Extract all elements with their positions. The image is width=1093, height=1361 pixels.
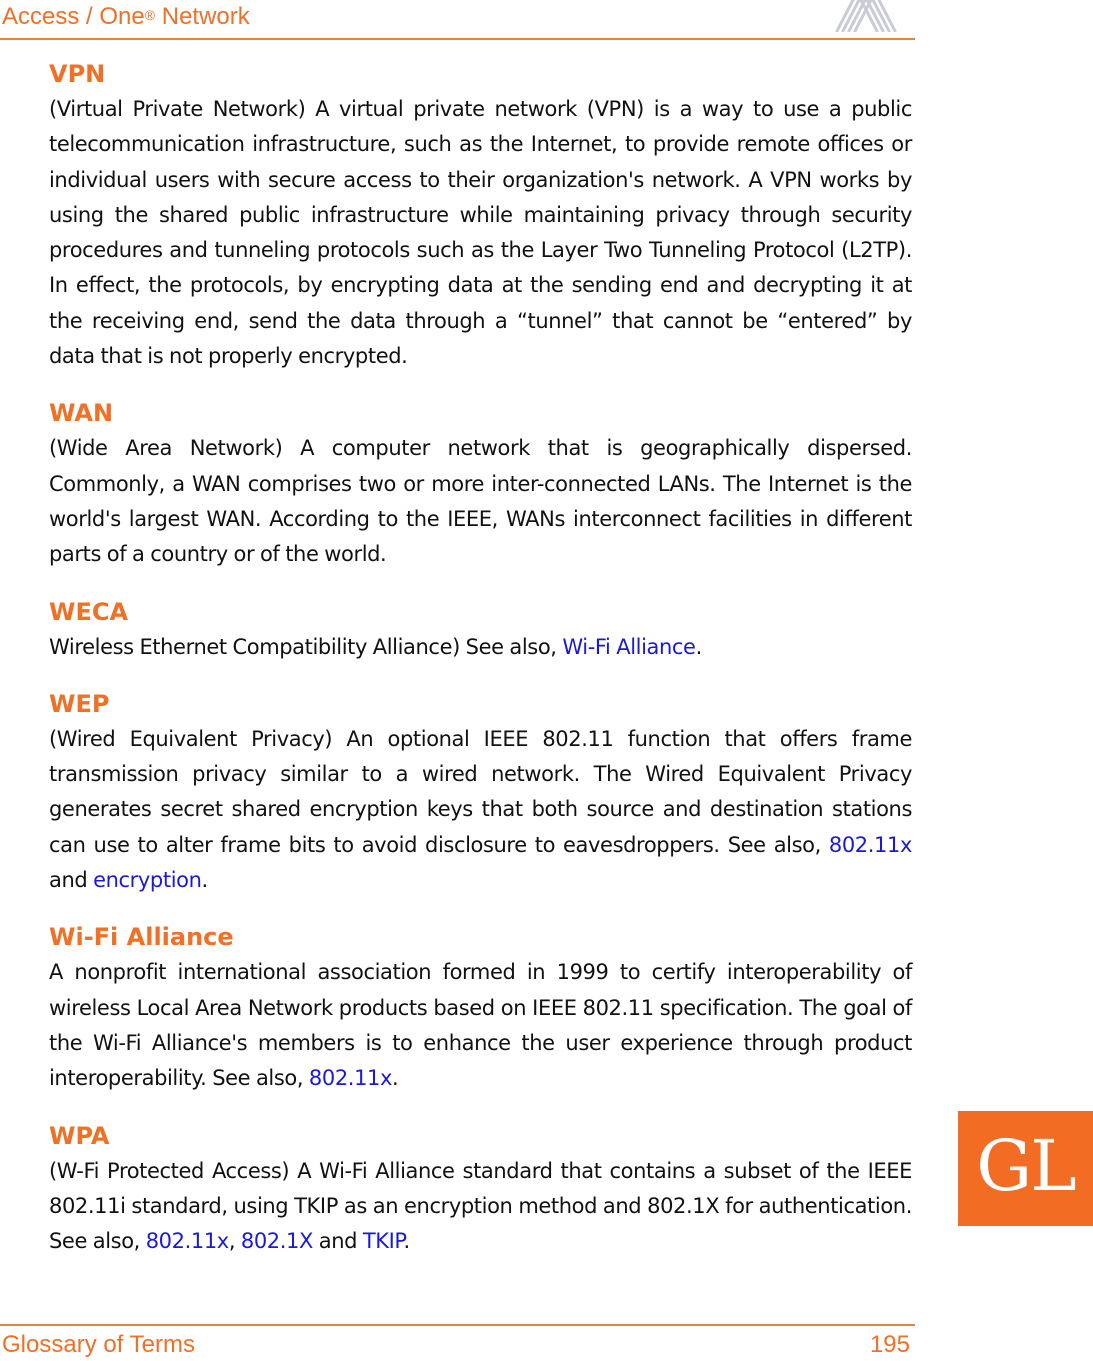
glossary-entry-vpn: VPN (Virtual Private Network) A virtual … <box>49 56 912 374</box>
term-heading: WAN <box>49 399 114 428</box>
link-encryption[interactable]: encryption <box>93 868 202 892</box>
definition-text: Wireless Ethernet Compatibility Alliance… <box>49 634 563 659</box>
definition-text: A nonprofit international association fo… <box>49 960 912 1091</box>
definition-end: . <box>403 1229 410 1254</box>
glossary-entry-weca: WECA Wireless Ethernet Compatibility All… <box>49 594 912 665</box>
definition-separator: , <box>228 1229 241 1254</box>
glossary-entry-wpa: WPA (W-Fi Protected Access) A Wi-Fi Alli… <box>49 1118 912 1260</box>
definition-separator: and <box>49 868 94 893</box>
definition-end: . <box>695 634 703 659</box>
link-802-11x[interactable]: 802.11x <box>146 1229 230 1253</box>
term-definition: (Wide Area Network) A computer network t… <box>49 436 912 567</box>
glossary-entry-wan: WAN (Wide Area Network) A computer netwo… <box>49 395 912 572</box>
term-definition: (W-Fi Protected Access) A Wi-Fi Alliance… <box>49 1154 912 1260</box>
brand-logo-icon <box>835 0 897 32</box>
section-tab-glossary: GL <box>958 1111 1093 1226</box>
header-title-text: Access / One <box>2 3 145 30</box>
link-wi-fi-alliance[interactable]: Wi-Fi Alliance <box>562 635 696 659</box>
link-802-1x[interactable]: 802.1X <box>241 1229 314 1253</box>
glossary-content: VPN (Virtual Private Network) A virtual … <box>49 56 912 1280</box>
running-header-title: Access / One® Network <box>2 0 250 34</box>
footer-section-title: Glossary of Terms <box>2 1331 195 1358</box>
link-802-11x[interactable]: 802.11x <box>829 833 913 857</box>
definition-text: (Wired Equivalent Privacy) An optional I… <box>49 726 912 857</box>
glossary-entry-wep: WEP (Wired Equivalent Privacy) An option… <box>49 686 912 898</box>
term-definition: (Wired Equivalent Privacy) An optional I… <box>49 722 912 898</box>
definition-end: . <box>201 868 209 893</box>
footer-rule <box>0 1324 915 1326</box>
term-heading: VPN <box>49 60 106 88</box>
link-tkip[interactable]: TKIP <box>363 1229 404 1253</box>
definition-separator: and <box>312 1229 363 1254</box>
section-tab-label: GL <box>976 1125 1076 1207</box>
term-definition: Wireless Ethernet Compatibility Alliance… <box>49 630 912 665</box>
term-heading: Wi-Fi Alliance <box>49 923 234 952</box>
term-definition: (Virtual Private Network) A virtual priv… <box>49 97 912 369</box>
definition-end: . <box>392 1066 399 1091</box>
term-definition: A nonprofit international association fo… <box>49 955 912 1096</box>
term-heading: WPA <box>49 1121 110 1150</box>
link-802-11x[interactable]: 802.11x <box>309 1066 393 1090</box>
registered-mark: ® <box>144 7 156 23</box>
header-title-suffix: Network <box>155 3 250 30</box>
glossary-entry-wi-fi-alliance: Wi-Fi Alliance A nonprofit international… <box>49 919 912 1096</box>
header-rule <box>0 38 915 40</box>
page-number: 195 <box>869 1331 910 1358</box>
term-heading: WEP <box>49 689 110 718</box>
term-heading: WECA <box>49 597 129 626</box>
